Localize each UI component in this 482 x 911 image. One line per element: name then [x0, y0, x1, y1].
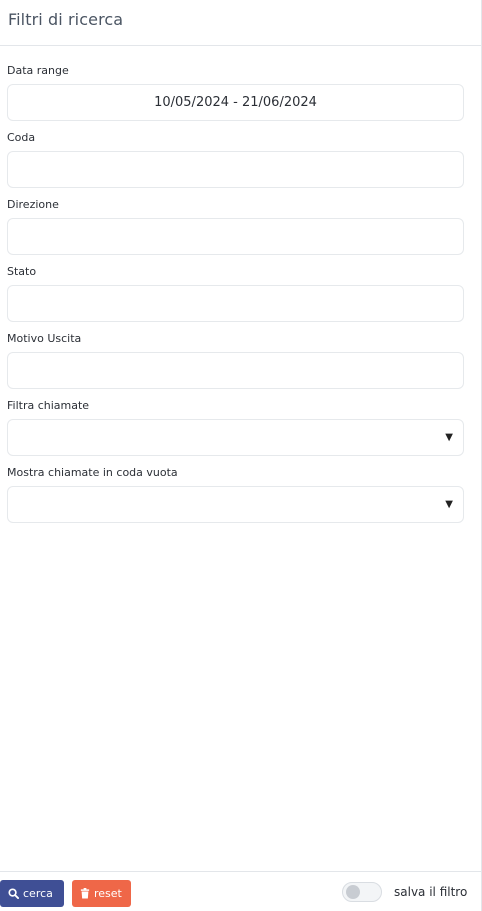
search-filters-panel: Filtri di ricerca Data range 10/05/2024 … — [0, 0, 482, 911]
field-label-filtra-chiamate: Filtra chiamate — [7, 399, 90, 412]
reset-button[interactable]: reset — [72, 880, 131, 907]
filtra-chiamate-select[interactable]: ▼ — [7, 419, 464, 456]
stato-input[interactable] — [7, 285, 464, 322]
field-coda: Coda — [7, 131, 464, 188]
panel-header: Filtri di ricerca — [0, 0, 481, 46]
search-button-label: cerca — [23, 887, 53, 900]
trash-icon — [80, 888, 90, 899]
mostra-chiamate-coda-vuota-select[interactable]: ▼ — [7, 486, 464, 523]
reset-button-label: reset — [94, 887, 122, 900]
motivo-uscita-input[interactable] — [7, 352, 464, 389]
field-data-range: Data range 10/05/2024 - 21/06/2024 — [7, 64, 464, 121]
field-label-coda: Coda — [7, 131, 36, 144]
save-filter-label: salva il filtro — [394, 885, 468, 899]
toggle-knob — [346, 885, 360, 899]
date-range-value: 10/05/2024 - 21/06/2024 — [154, 95, 317, 110]
direzione-input[interactable] — [7, 218, 464, 255]
field-label-stato: Stato — [7, 265, 37, 278]
field-direzione: Direzione — [7, 198, 464, 255]
save-filter-toggle[interactable] — [342, 882, 382, 902]
coda-input[interactable] — [7, 151, 464, 188]
caret-down-icon: ▼ — [445, 431, 453, 443]
field-label-direzione: Direzione — [7, 198, 59, 211]
filters-form: Data range 10/05/2024 - 21/06/2024 Coda … — [0, 46, 481, 523]
caret-down-icon: ▼ — [445, 498, 453, 510]
field-label-data-range: Data range — [7, 64, 69, 77]
field-filtra-chiamate: Filtra chiamate ▼ — [7, 399, 464, 456]
field-label-mostra-chiamate-coda-vuota: Mostra chiamate in coda vuota — [7, 466, 178, 479]
field-motivo-uscita: Motivo Uscita — [7, 332, 464, 389]
search-icon — [8, 888, 19, 899]
field-mostra-chiamate-coda-vuota: Mostra chiamate in coda vuota ▼ — [7, 466, 464, 523]
field-stato: Stato — [7, 265, 464, 322]
search-button[interactable]: cerca — [0, 880, 64, 907]
field-label-motivo-uscita: Motivo Uscita — [7, 332, 82, 345]
panel-footer: cerca reset salva il filtro — [0, 871, 481, 911]
date-range-input[interactable]: 10/05/2024 - 21/06/2024 — [7, 84, 464, 121]
panel-title: Filtri di ricerca — [8, 10, 124, 29]
